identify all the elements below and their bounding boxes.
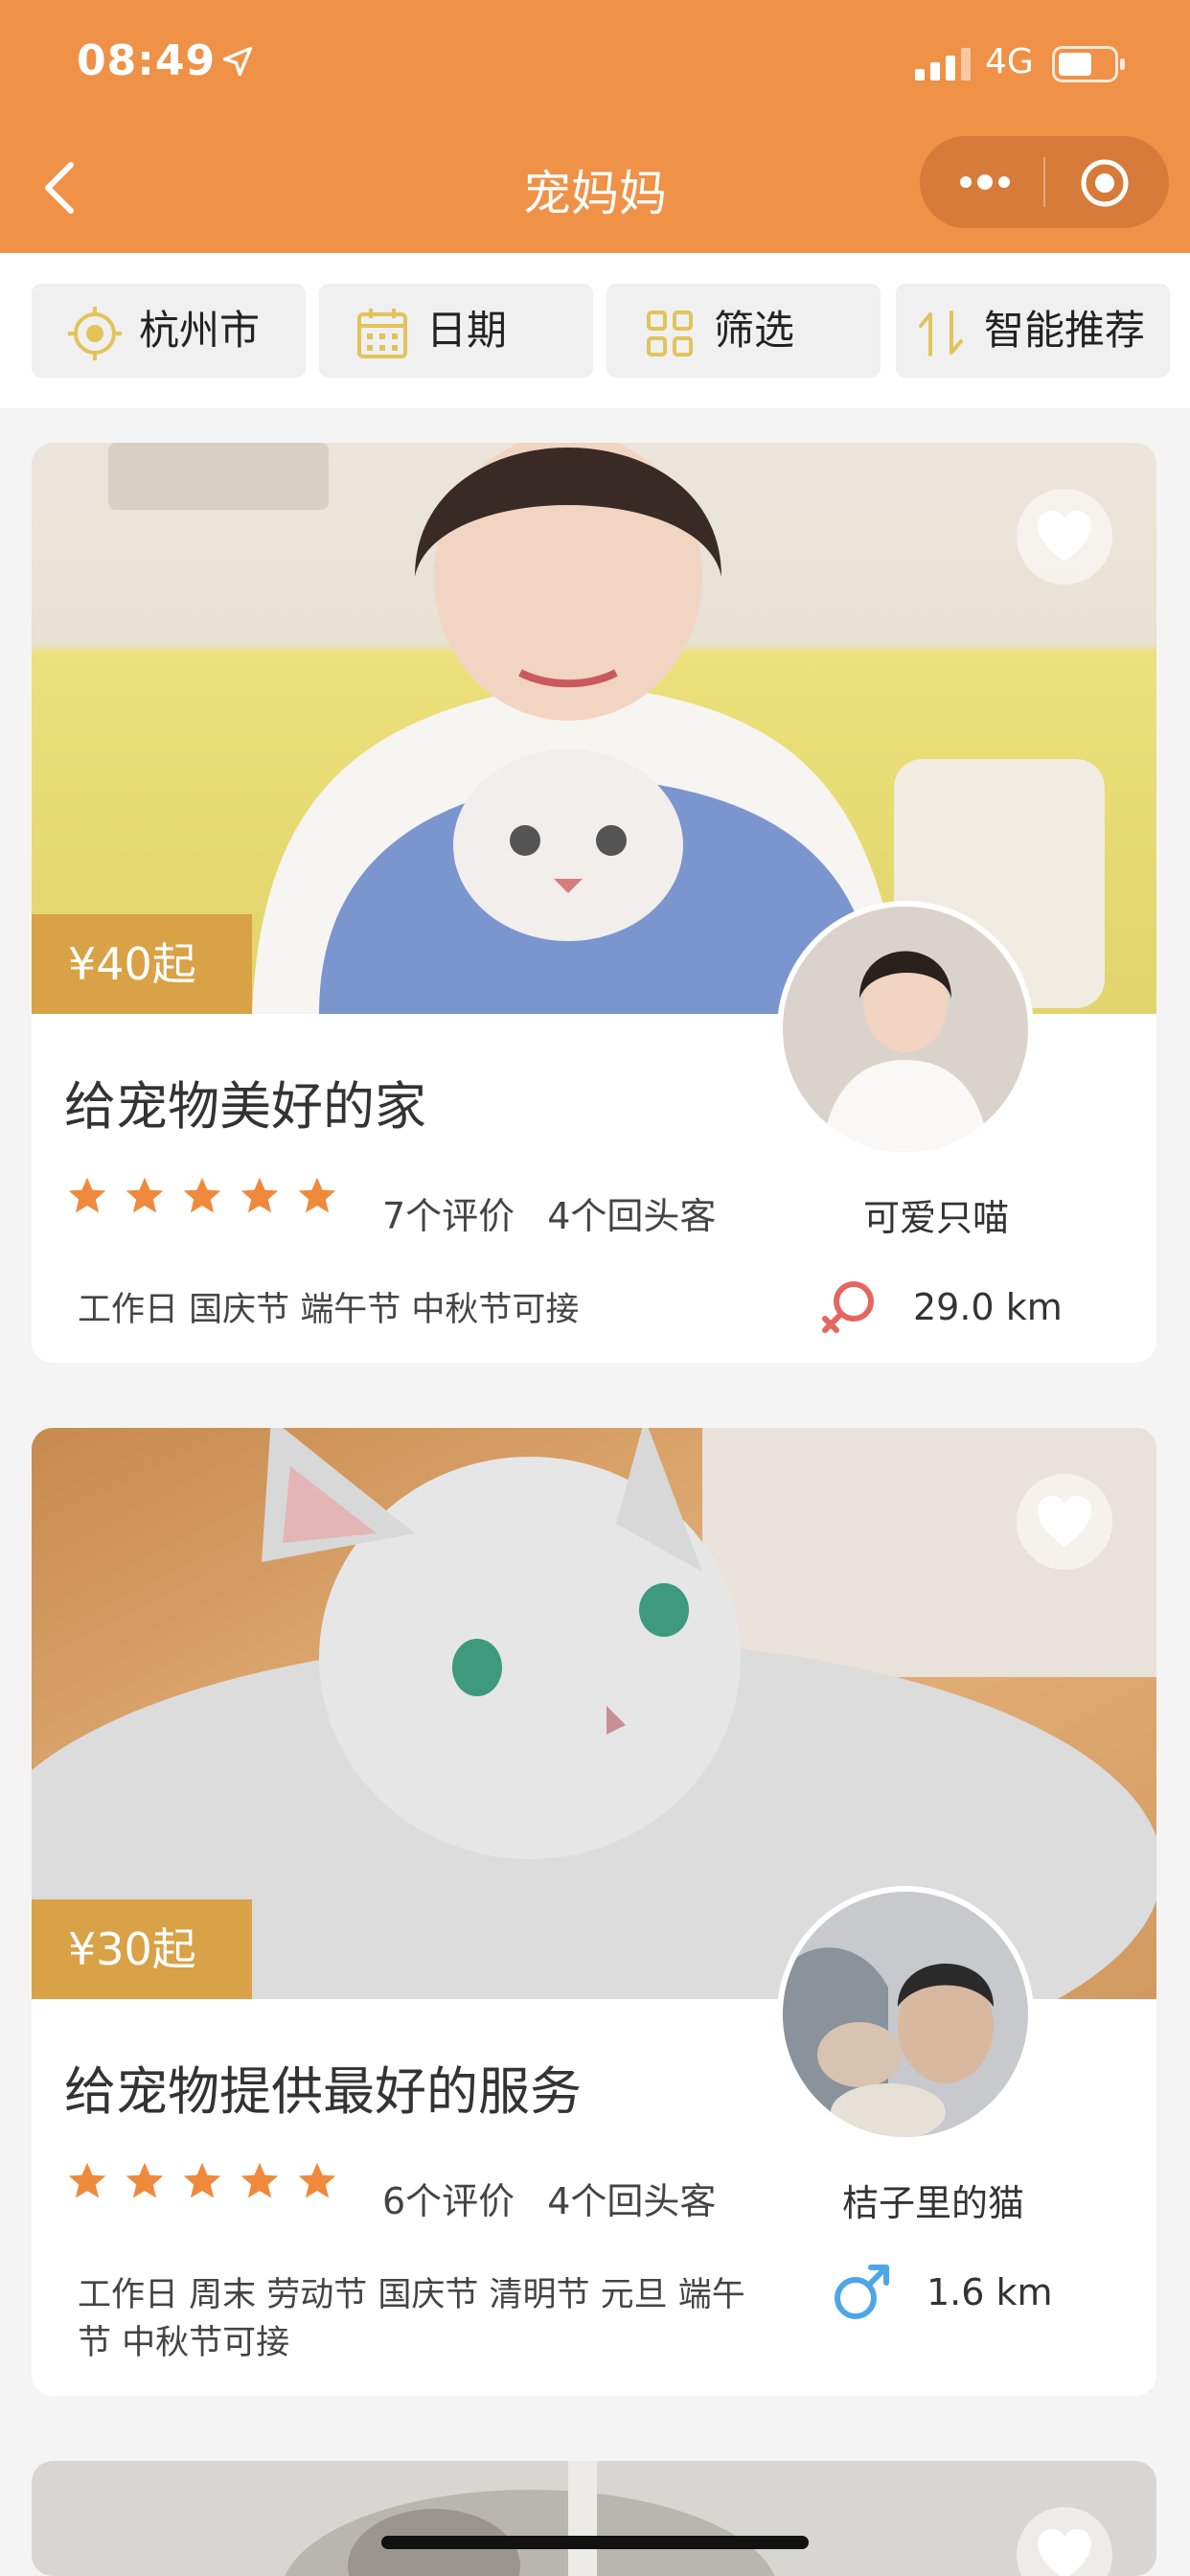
listing-card[interactable] [32, 2461, 1156, 2576]
grid-filter-icon [647, 310, 693, 356]
male-icon [835, 2265, 889, 2319]
star-icon [296, 1175, 338, 1217]
favorite-button[interactable] [1017, 489, 1112, 585]
more-icon[interactable] [956, 165, 1014, 199]
filter-options[interactable]: 筛选 [606, 284, 881, 378]
listing-card[interactable]: ¥30起 给宠物提供最好的服务 6个评价 4个回头客 桔子里的猫 工作日 周末 劳… [32, 1428, 1156, 2396]
close-program-icon[interactable] [1079, 157, 1131, 209]
network-label: 4G [985, 42, 1034, 81]
home-indicator [381, 2536, 809, 2549]
filter-date-label: 日期 [426, 307, 508, 354]
review-count: 6个评价 [382, 2180, 515, 2222]
listing-card[interactable]: ¥40起 给宠物美好的家 7个评价 4个回头客 可爱只喵 工作日 国庆节 端午节 … [32, 443, 1156, 1363]
heart-icon [1038, 511, 1091, 562]
distance: 29.0 km [913, 1286, 1063, 1328]
calendar-icon [357, 309, 407, 358]
favorite-button[interactable] [1017, 1474, 1112, 1570]
filter-date[interactable]: 日期 [319, 284, 593, 378]
location-arrow-icon [222, 46, 253, 77]
star-icon [296, 2160, 338, 2202]
filter-city-label: 杭州市 [139, 307, 261, 354]
avatar[interactable] [777, 901, 1034, 1158]
location-target-icon [68, 307, 122, 360]
top-bar: 08:49 4G 宠妈妈 [0, 0, 1190, 253]
filter-sort-label: 智能推荐 [984, 307, 1146, 354]
listing-photo [32, 2461, 1156, 2576]
capsule-divider [1043, 157, 1045, 207]
sort-icon [919, 310, 963, 356]
heart-icon [1038, 2529, 1091, 2576]
filter-city[interactable]: 杭州市 [32, 284, 306, 378]
filter-bar: 杭州市 日期 筛选 智能推荐 [0, 253, 1190, 408]
repeat-customer-count: 4个回头客 [547, 2180, 717, 2222]
female-icon [822, 1281, 874, 1333]
review-meta: 6个评价 4个回头客 [382, 2172, 716, 2224]
avatar[interactable] [777, 1886, 1034, 2143]
review-meta: 7个评价 4个回头客 [382, 1186, 716, 1239]
battery-icon [1052, 46, 1125, 82]
host-name: 桔子里的猫 [842, 2182, 1025, 2224]
star-icon [66, 2160, 108, 2202]
star-icon [181, 2160, 223, 2202]
price-tag: ¥30起 [32, 1899, 252, 1999]
repeat-customer-count: 4个回头客 [547, 1195, 717, 1237]
star-icon [239, 2160, 281, 2202]
availability-text: 工作日 周末 劳动节 国庆节 清明节 元旦 端午节 中秋节可接 [78, 2276, 745, 2362]
status-time: 08:49 [77, 36, 217, 85]
availability-text: 工作日 国庆节 端午节 中秋节可接 [78, 1291, 580, 1329]
filter-sort[interactable]: 智能推荐 [896, 284, 1170, 378]
avatar-image [783, 1892, 1028, 2137]
heart-icon [1038, 1496, 1091, 1547]
listing-title: 给宠物美好的家 [64, 1076, 426, 1137]
star-rating [66, 2160, 363, 2208]
star-icon [124, 2160, 166, 2202]
star-icon [66, 1175, 108, 1217]
star-icon [124, 1175, 166, 1217]
review-count: 7个评价 [382, 1195, 515, 1237]
distance: 1.6 km [927, 2271, 1053, 2313]
signal-icon [915, 48, 971, 80]
listing-title: 给宠物提供最好的服务 [64, 2061, 582, 2122]
filter-options-label: 筛选 [714, 307, 795, 354]
price-tag: ¥40起 [32, 914, 252, 1014]
host-name: 可爱只喵 [863, 1197, 1010, 1239]
star-icon [239, 1175, 281, 1217]
star-rating [66, 1175, 363, 1223]
mini-program-capsule [920, 136, 1169, 228]
avatar-image [783, 907, 1028, 1152]
star-icon [181, 1175, 223, 1217]
